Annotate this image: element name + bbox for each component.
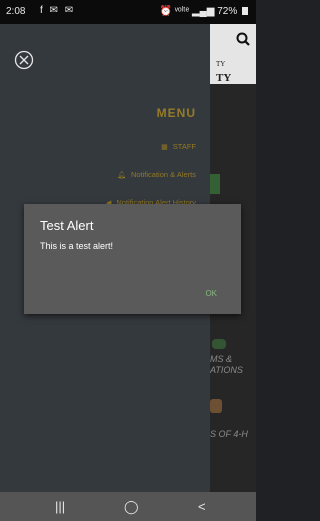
notification-icons: f ✉ ✉ bbox=[40, 5, 76, 16]
status-time: 2:08 bbox=[6, 6, 26, 17]
status-bar: 2:08 f ✉ ✉ ⏰ ᵛᵒˡᵗᵉ ▂▄▆ 72% bbox=[0, 0, 256, 24]
alert-dialog: Test Alert This is a test alert! OK bbox=[24, 204, 241, 314]
battery-text: 72% bbox=[217, 6, 238, 17]
navigation-bar: ||| ◯ < bbox=[0, 492, 256, 521]
ok-button[interactable]: OK bbox=[205, 289, 217, 298]
back-button[interactable]: < bbox=[198, 499, 206, 514]
signal-icon: ⏰ ᵛᵒˡᵗᵉ ▂▄▆ bbox=[159, 6, 215, 17]
recents-button[interactable]: ||| bbox=[55, 499, 65, 514]
system-icons: ⏰ ᵛᵒˡᵗᵉ ▂▄▆ 72% bbox=[159, 6, 248, 17]
home-button[interactable]: ◯ bbox=[124, 499, 139, 515]
dialog-message: This is a test alert! bbox=[40, 241, 114, 251]
dialog-title: Test Alert bbox=[40, 218, 94, 233]
battery-icon bbox=[242, 7, 248, 15]
